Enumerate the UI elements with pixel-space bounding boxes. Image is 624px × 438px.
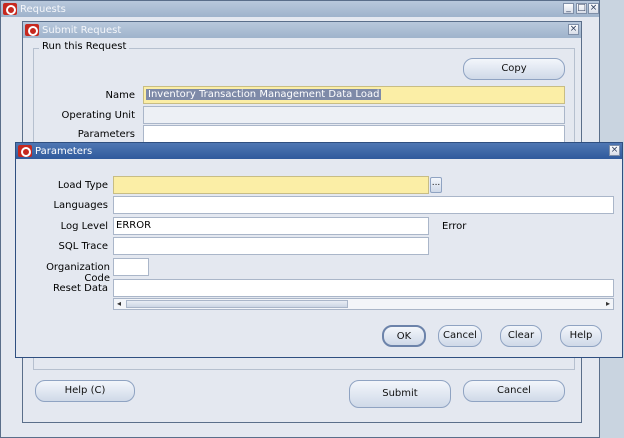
parameters-window: Parameters × Load Type ... Languages Log… [15,142,623,358]
help-button[interactable]: Help (C) [35,380,135,402]
horizontal-scrollbar[interactable]: ◂ ▸ [113,298,614,310]
operating-unit-label: Operating Unit [61,110,135,121]
submit-button[interactable]: Submit [349,380,451,408]
cancel-button[interactable]: Cancel [438,325,482,347]
lov-button[interactable]: ... [430,177,442,193]
operating-unit-field[interactable] [143,106,565,124]
parameters-title: Parameters [35,145,93,157]
submit-request-titlebar: Submit Request × [23,22,581,38]
close-icon[interactable]: × [588,3,599,14]
requests-titlebar: Requests _ □ × [1,1,599,17]
close-icon[interactable]: × [609,145,620,156]
clear-button[interactable]: Clear [500,325,542,347]
oracle-icon [3,3,17,15]
organization-code-label: Organization Code [46,262,110,284]
load-type-label: Load Type [57,180,108,191]
languages-field[interactable] [113,196,614,214]
run-this-request-label: Run this Request [39,41,130,52]
scroll-left-icon[interactable]: ◂ [114,299,124,309]
requests-title: Requests [20,3,66,15]
parameters-titlebar: Parameters × [16,143,622,159]
scroll-right-icon[interactable]: ▸ [603,299,613,309]
scrollbar-thumb[interactable] [126,300,348,308]
log-level-field[interactable]: ERROR [113,217,429,235]
submit-request-title: Submit Request [42,24,122,36]
ok-button[interactable]: OK [382,325,426,347]
sql-trace-field[interactable] [113,237,429,255]
load-type-field[interactable] [113,176,429,194]
name-value: Inventory Transaction Management Data Lo… [146,89,382,100]
organization-code-field[interactable] [113,258,149,276]
oracle-icon [25,24,39,36]
parameters-field[interactable] [143,125,565,143]
parameters-label: Parameters [77,129,135,140]
help-button[interactable]: Help [560,325,602,347]
languages-label: Languages [53,200,108,211]
reset-data-label: Reset Data [53,283,108,294]
log-level-description: Error [442,221,467,232]
maximize-icon[interactable]: □ [576,3,587,14]
log-level-label: Log Level [60,221,108,232]
sql-trace-label: SQL Trace [58,241,109,252]
copy-button[interactable]: Copy [463,58,565,80]
minimize-icon[interactable]: _ [563,3,574,14]
oracle-icon [18,145,32,157]
cancel-button[interactable]: Cancel [463,380,565,402]
reset-data-field[interactable] [113,279,614,297]
close-icon[interactable]: × [568,24,579,35]
name-label: Name [105,90,135,101]
name-field[interactable]: Inventory Transaction Management Data Lo… [143,86,565,104]
